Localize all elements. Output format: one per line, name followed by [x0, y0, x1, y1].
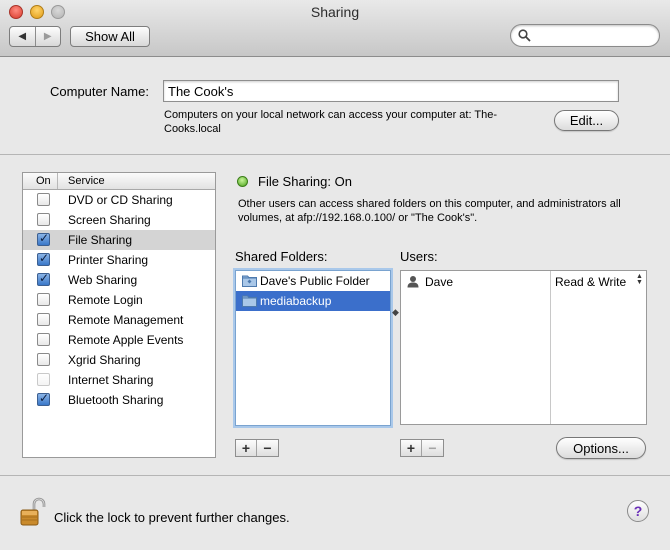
user-row[interactable]: Dave Read & Write ▲ ▼	[401, 271, 646, 293]
options-button[interactable]: Options...	[556, 437, 646, 459]
service-list-header: On Service	[23, 173, 215, 190]
service-status: File Sharing: On	[258, 174, 352, 189]
service-checkbox[interactable]	[37, 293, 50, 306]
service-row[interactable]: Remote Management	[23, 310, 215, 330]
folder-add-remove: + −	[235, 439, 279, 457]
service-label: Screen Sharing	[68, 213, 151, 227]
remove-folder-button[interactable]: −	[257, 440, 278, 456]
lock-icon[interactable]	[20, 497, 46, 527]
service-label: File Sharing	[68, 233, 133, 247]
remove-user-button[interactable]: −	[422, 440, 443, 456]
service-row[interactable]: Remote Login	[23, 290, 215, 310]
service-row[interactable]: Remote Apple Events	[23, 330, 215, 350]
service-row[interactable]: Web Sharing	[23, 270, 215, 290]
service-label: Printer Sharing	[68, 253, 149, 267]
column-header-service[interactable]: Service	[58, 173, 105, 189]
user-name: Dave	[425, 275, 454, 289]
divider	[0, 475, 670, 476]
search-field[interactable]	[510, 24, 660, 47]
service-checkbox[interactable]	[37, 213, 50, 226]
shared-folder-name: mediabackup	[260, 294, 332, 308]
edit-button[interactable]: Edit...	[554, 110, 619, 131]
users-label: Users:	[400, 249, 438, 264]
user-icon	[407, 276, 419, 288]
splitter-handle-icon[interactable]: ◆	[392, 307, 399, 318]
service-label: Internet Sharing	[68, 373, 154, 387]
public-folder-icon	[242, 275, 257, 287]
service-checkbox[interactable]	[37, 251, 50, 266]
lock-message: Click the lock to prevent further change…	[54, 510, 290, 525]
service-label: Xgrid Sharing	[68, 353, 141, 367]
service-label: Remote Apple Events	[68, 333, 184, 347]
service-checkbox[interactable]	[37, 353, 50, 366]
service-row[interactable]: Screen Sharing	[23, 210, 215, 230]
service-row[interactable]: File Sharing	[23, 230, 215, 250]
shared-folder-row[interactable]: mediabackup	[236, 291, 390, 311]
service-label: Bluetooth Sharing	[68, 393, 164, 407]
computer-address-note: Computers on your local network can acce…	[164, 109, 498, 135]
service-description: Other users can access shared folders on…	[238, 198, 621, 224]
shared-folder-name: Dave's Public Folder	[260, 274, 370, 288]
service-checkbox[interactable]	[37, 271, 50, 286]
service-label: Remote Login	[68, 293, 143, 307]
forward-button[interactable]: ▶	[36, 27, 61, 46]
service-checkbox[interactable]	[37, 231, 50, 246]
help-button[interactable]: ?	[627, 500, 649, 522]
service-list: On Service DVD or CD Sharing Screen Shari…	[22, 172, 216, 458]
shared-folders-list[interactable]: Dave's Public Folder mediabackup	[235, 270, 391, 426]
divider	[0, 154, 670, 155]
service-label: DVD or CD Sharing	[68, 193, 173, 207]
service-checkbox[interactable]	[37, 333, 50, 346]
add-folder-button[interactable]: +	[236, 440, 257, 456]
service-checkbox[interactable]	[37, 193, 50, 206]
window-title: Sharing	[310, 4, 360, 20]
back-button[interactable]: ◀	[10, 27, 36, 46]
title-bar: Sharing ◀ ▶ Show All	[0, 0, 670, 57]
service-row[interactable]: Xgrid Sharing	[23, 350, 215, 370]
popup-arrows-icon: ▲ ▼	[636, 273, 643, 286]
service-label: Remote Management	[68, 313, 184, 327]
service-row[interactable]: Printer Sharing	[23, 250, 215, 270]
status-indicator-icon	[237, 176, 248, 187]
shared-folders-label: Shared Folders:	[235, 249, 328, 264]
add-user-button[interactable]: +	[401, 440, 422, 456]
service-checkbox[interactable]	[37, 373, 50, 386]
shared-folder-row[interactable]: Dave's Public Folder	[236, 271, 390, 291]
users-list[interactable]: Dave Read & Write ▲ ▼	[400, 270, 647, 425]
service-row[interactable]: Internet Sharing	[23, 370, 215, 390]
search-icon	[518, 29, 531, 42]
user-add-remove: + −	[400, 439, 444, 457]
service-checkbox[interactable]	[37, 391, 50, 406]
nav-back-forward: ◀ ▶	[9, 26, 61, 47]
folder-icon	[242, 295, 257, 307]
service-row[interactable]: Bluetooth Sharing	[23, 390, 215, 410]
column-header-on[interactable]: On	[23, 173, 58, 189]
computer-name-label: Computer Name:	[50, 84, 149, 99]
service-label: Web Sharing	[68, 273, 138, 287]
permission-popup[interactable]: Read & Write	[555, 275, 626, 289]
service-checkbox[interactable]	[37, 313, 50, 326]
show-all-button[interactable]: Show All	[70, 26, 150, 47]
computer-name-field[interactable]	[163, 80, 619, 102]
service-row[interactable]: DVD or CD Sharing	[23, 190, 215, 210]
sharing-window: Sharing ◀ ▶ Show All Computer Name: Comp…	[0, 0, 670, 550]
